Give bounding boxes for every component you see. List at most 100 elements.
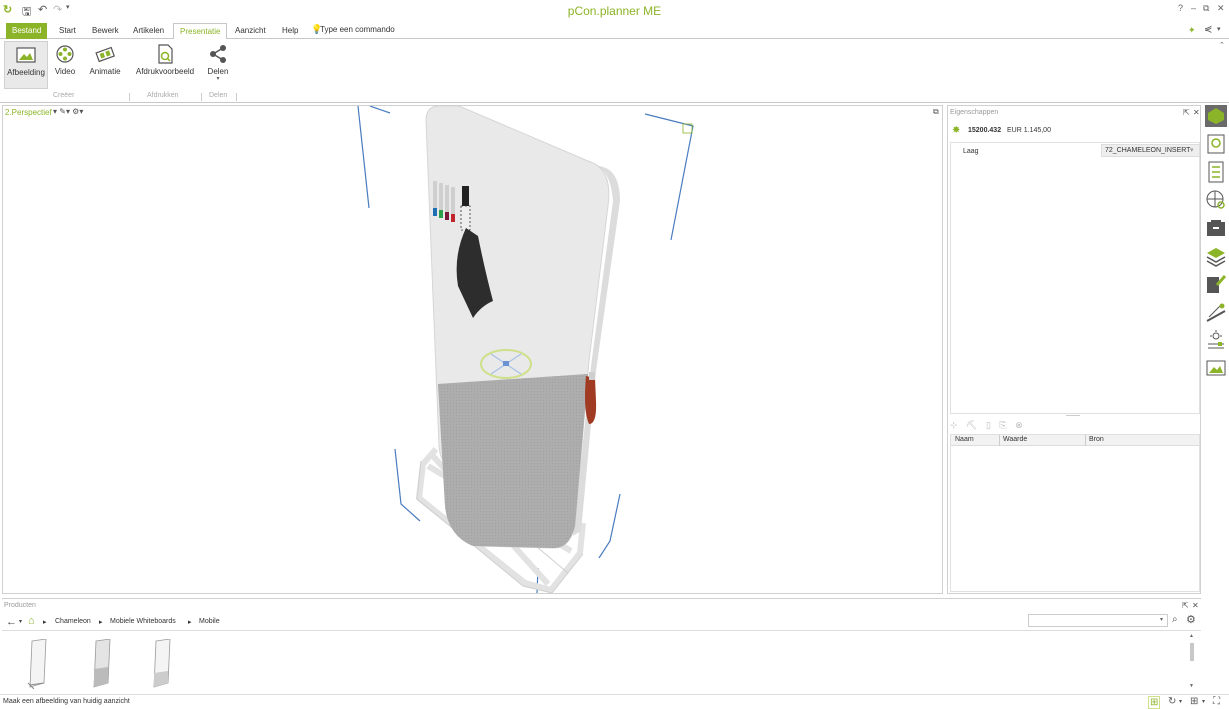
status-bar: Maak een afbeelding van huidig aanzicht … [0,694,1229,709]
layer-value: 72_CHAMELEON_INSERT [1105,147,1191,154]
group-label-afdrukken: Afdrukken [147,92,179,99]
tab-bestand[interactable]: Bestand [6,23,48,39]
collapse-ribbon-icon[interactable]: ⌃ [1219,41,1225,49]
pin-icon[interactable]: ⇱ [1183,108,1190,117]
snap-grid-icon[interactable]: ⊞ [1148,696,1161,709]
gear-icon[interactable]: ⚙ [1186,613,1196,626]
product-thumbnail[interactable] [24,639,50,689]
material-brush-icon[interactable] [1205,273,1227,295]
property-toolbar-icons[interactable]: ⊹ ⛏ ▯ ⎘ ⊗ [950,420,1026,431]
panel-close-icon[interactable]: ✕ [1193,108,1200,117]
title-bar: ↻ 🖫 ↶ ↷ ▾ pCon.planner ME ? – ⧉ ✕ [0,0,1229,22]
product-scrollbar[interactable]: ▲ ▼ [1188,633,1196,689]
product-thumbnail[interactable] [148,639,174,689]
restore-button[interactable]: ⧉ [1203,3,1209,14]
dimension-ruler-icon[interactable] [1205,301,1227,323]
lighting-settings-icon[interactable] [1205,329,1227,351]
afdrukvoorbeeld-button[interactable]: Afdrukvoorbeeld [134,41,196,89]
online-globe-icon[interactable] [1205,189,1227,211]
group-label-creeer: Creëer [53,92,75,99]
animatie-label: Animatie [89,67,121,76]
group-separator [129,93,130,101]
scene-canvas [357,106,694,593]
col-bron[interactable]: Bron [1089,436,1104,443]
group-separator [201,93,202,101]
breadcrumb-item[interactable]: Mobile [199,618,220,625]
home-icon[interactable]: ⌂ [28,615,35,627]
layout-dropdown-icon[interactable]: ▾ [1202,698,1205,705]
close-button[interactable]: ✕ [1217,3,1225,14]
delen-button[interactable]: Delen ▾ [205,41,231,89]
rotate-dropdown-icon[interactable]: ▾ [1179,698,1182,705]
window-title: pCon.planner ME [567,4,662,18]
layout-grid-icon[interactable]: ⊞ [1190,696,1198,707]
video-button[interactable]: Video [51,41,79,89]
status-text: Maak een afbeelding van huidig aanzicht [3,698,130,705]
products-title: Producten [4,602,36,609]
film-strip-icon [95,46,115,63]
tab-presentatie[interactable]: Presentatie [173,23,228,40]
layer-label: Laag [963,148,979,155]
scroll-up-icon[interactable]: ▲ [1189,633,1194,639]
product-list: ▲ ▼ [2,630,1201,691]
col-naam[interactable]: Naam [955,436,974,443]
menu-bar: Bestand Start Bewerk Artikelen Presentat… [0,22,1229,40]
tab-artikelen[interactable]: Artikelen [127,23,170,39]
share-icon[interactable]: ⋞ [1204,24,1212,35]
article-list-icon[interactable] [1205,161,1227,183]
products-close-icon[interactable]: ✕ [1192,601,1199,610]
storage-box-icon[interactable] [1205,217,1227,239]
products-pin-icon[interactable]: ⇱ [1182,601,1189,610]
layers-icon[interactable] [1205,245,1227,267]
product-search-input[interactable]: ▾ [1028,614,1168,627]
command-input[interactable]: Type een commando [320,25,395,34]
property-table: Naam Waarde Bron [950,434,1200,592]
breadcrumb-item[interactable]: Chameleon [55,618,91,625]
rotate-view-icon[interactable]: ↻ [1168,696,1176,707]
tab-start[interactable]: Start [53,23,82,39]
history-dropdown-icon[interactable]: ▾ [19,618,22,625]
splitter[interactable] [1066,415,1080,416]
search-icon[interactable]: ⌕ [1172,614,1178,625]
image-icon [16,47,36,63]
group-label-delen: Delen [209,92,228,99]
minimize-button[interactable]: – [1191,3,1196,13]
product-thumbnail[interactable] [88,639,114,689]
article-number: 15200.432 [968,127,1002,134]
film-reel-icon [56,45,74,63]
delen-dropdown-icon[interactable]: ▾ [205,76,231,82]
article-icon: ✸ [952,125,961,136]
ribbon: Afbeelding Video Animatie Afdrukvoorbeel… [0,39,1229,103]
share-icon [210,45,226,63]
chevron-down-icon[interactable]: ▾ [1190,146,1194,154]
chevron-down-icon[interactable]: ▾ [1160,616,1163,623]
breadcrumb-chevron-icon: ▸ [188,619,192,626]
help-button[interactable]: ? [1178,3,1183,13]
fullscreen-icon[interactable]: ⛶ [1213,696,1220,707]
layer-select[interactable]: 72_CHAMELEON_INSERT ▾ [1101,144,1200,157]
print-preview-icon [158,44,173,64]
side-toolbar [1203,105,1229,385]
scroll-down-icon[interactable]: ▼ [1189,683,1194,689]
animatie-button[interactable]: Animatie [86,41,124,89]
tips-icon[interactable]: ✦ [1188,25,1196,36]
article-search-icon[interactable] [1205,133,1227,155]
breadcrumb-chevron-icon: ▸ [99,619,103,626]
catalog-icon[interactable] [1205,105,1227,127]
tab-help[interactable]: Help [276,23,304,39]
breadcrumb-item[interactable]: Mobiele Whiteboards [110,618,176,625]
video-label: Video [54,67,76,76]
delen-label: Delen [207,67,229,76]
col-waarde[interactable]: Waarde [1003,436,1027,443]
viewport-3d[interactable]: 2.Perspectief ▾ ✎▾ ⚙▾ ⧉ [2,105,943,594]
render-image-icon[interactable] [1205,357,1227,379]
back-arrow-icon[interactable]: ← [6,616,17,628]
properties-panel: Eigenschappen ⇱ ✕ ✸ 15200.432 EUR 1.145,… [947,105,1201,594]
share-dropdown-icon[interactable]: ▾ [1217,25,1221,33]
tab-bewerk[interactable]: Bewerk [86,23,125,39]
group-separator [236,93,237,101]
afbeelding-button[interactable]: Afbeelding [4,41,48,89]
property-grid: Laag 72_CHAMELEON_INSERT ▾ [950,142,1200,414]
products-panel: Producten ⇱ ✕ ← ▾ ⌂ ▸ Chameleon ▸ Mobiel… [2,598,1201,692]
tab-aanzicht[interactable]: Aanzicht [229,23,272,39]
